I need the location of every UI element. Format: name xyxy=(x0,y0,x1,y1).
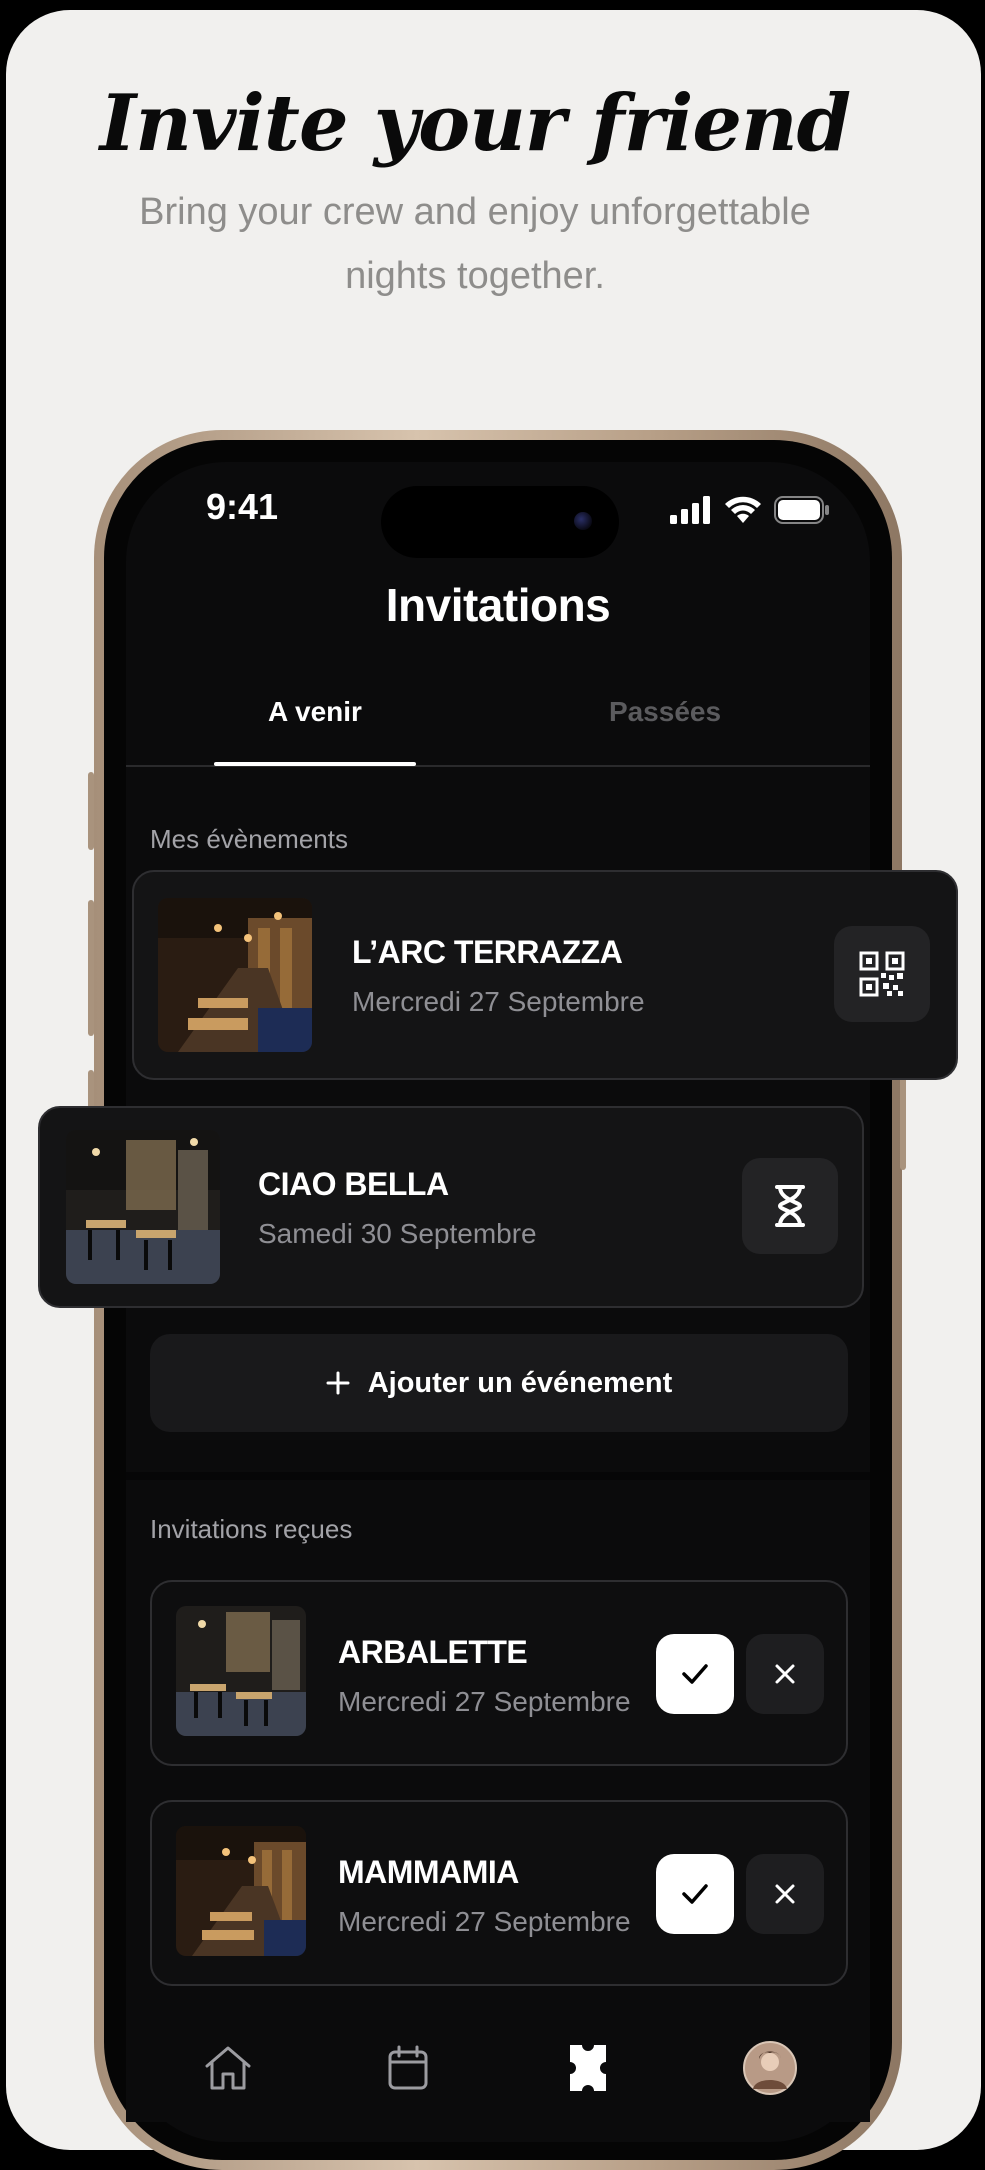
battery-icon xyxy=(774,496,829,524)
status-icons xyxy=(670,490,830,530)
event-thumbnail xyxy=(66,1130,220,1284)
tab-profile[interactable] xyxy=(742,2040,798,2096)
event-card[interactable]: CIAO BELLA Samedi 30 Septembre xyxy=(38,1106,864,1308)
event-name: L’ARC TERRAZZA xyxy=(352,934,623,970)
tab-calendar[interactable] xyxy=(380,2040,436,2096)
hourglass-icon xyxy=(775,1185,805,1227)
calendar-icon xyxy=(388,2045,428,2090)
screen-title: Invitations xyxy=(385,579,611,631)
event-name: CIAO BELLA xyxy=(258,1166,449,1202)
checkmark-icon xyxy=(682,1664,708,1684)
home-icon xyxy=(205,2046,251,2090)
promo-headline: Invite your friend xyxy=(99,78,851,169)
close-icon xyxy=(775,1664,795,1684)
tab-invitations[interactable] xyxy=(560,2040,616,2096)
decline-button[interactable] xyxy=(746,1634,824,1714)
cellular-signal-icon xyxy=(670,496,710,524)
section-label-invitations-recues: Invitations reçues xyxy=(150,1514,353,1544)
profile-avatar xyxy=(743,2041,797,2095)
invitation-card[interactable]: MAMMAMIA Mercredi 27 Septembre xyxy=(150,1800,848,1986)
pending-status-button[interactable] xyxy=(742,1158,838,1254)
qr-code-button[interactable] xyxy=(834,926,930,1022)
tab-passees[interactable]: Passées xyxy=(562,696,768,728)
invitation-date: Mercredi 27 Septembre xyxy=(338,1906,631,1937)
wifi-icon xyxy=(725,496,761,523)
camera-icon xyxy=(574,512,592,530)
status-time: 9:41 xyxy=(206,486,279,527)
section-separator xyxy=(126,1472,870,1480)
active-tab-indicator xyxy=(214,762,416,766)
phone-mute-switch xyxy=(88,772,94,850)
tab-home[interactable] xyxy=(200,2040,256,2096)
decline-button[interactable] xyxy=(746,1854,824,1934)
event-date: Mercredi 27 Septembre xyxy=(352,986,645,1017)
accept-button[interactable] xyxy=(656,1854,734,1934)
plus-icon xyxy=(326,1371,350,1395)
section-label-mes-evenements: Mes évènements xyxy=(150,824,348,854)
event-thumbnail xyxy=(158,898,312,1052)
close-icon xyxy=(775,1884,795,1904)
ticket-icon xyxy=(570,2045,606,2091)
invitation-name: ARBALETTE xyxy=(338,1634,528,1670)
checkmark-icon xyxy=(682,1884,708,1904)
event-date: Samedi 30 Septembre xyxy=(258,1218,537,1249)
invitation-thumbnail xyxy=(176,1606,306,1736)
promo-subline: Bring your crew and enjoy unforgettable … xyxy=(139,191,811,297)
event-card[interactable]: L’ARC TERRAZZA Mercredi 27 Septembre xyxy=(132,870,958,1080)
add-event-button[interactable]: Ajouter un événement xyxy=(150,1334,848,1432)
accept-button[interactable] xyxy=(656,1634,734,1714)
invitation-thumbnail xyxy=(176,1826,306,1956)
invitation-date: Mercredi 27 Septembre xyxy=(338,1686,631,1717)
invitation-card[interactable]: ARBALETTE Mercredi 27 Septembre xyxy=(150,1580,848,1766)
tab-a-venir[interactable]: A venir xyxy=(214,696,416,728)
invitation-name: MAMMAMIA xyxy=(338,1854,519,1890)
add-event-label: Ajouter un événement xyxy=(367,1366,673,1399)
phone-volume-up xyxy=(88,900,94,1036)
qr-code-icon xyxy=(859,951,905,997)
